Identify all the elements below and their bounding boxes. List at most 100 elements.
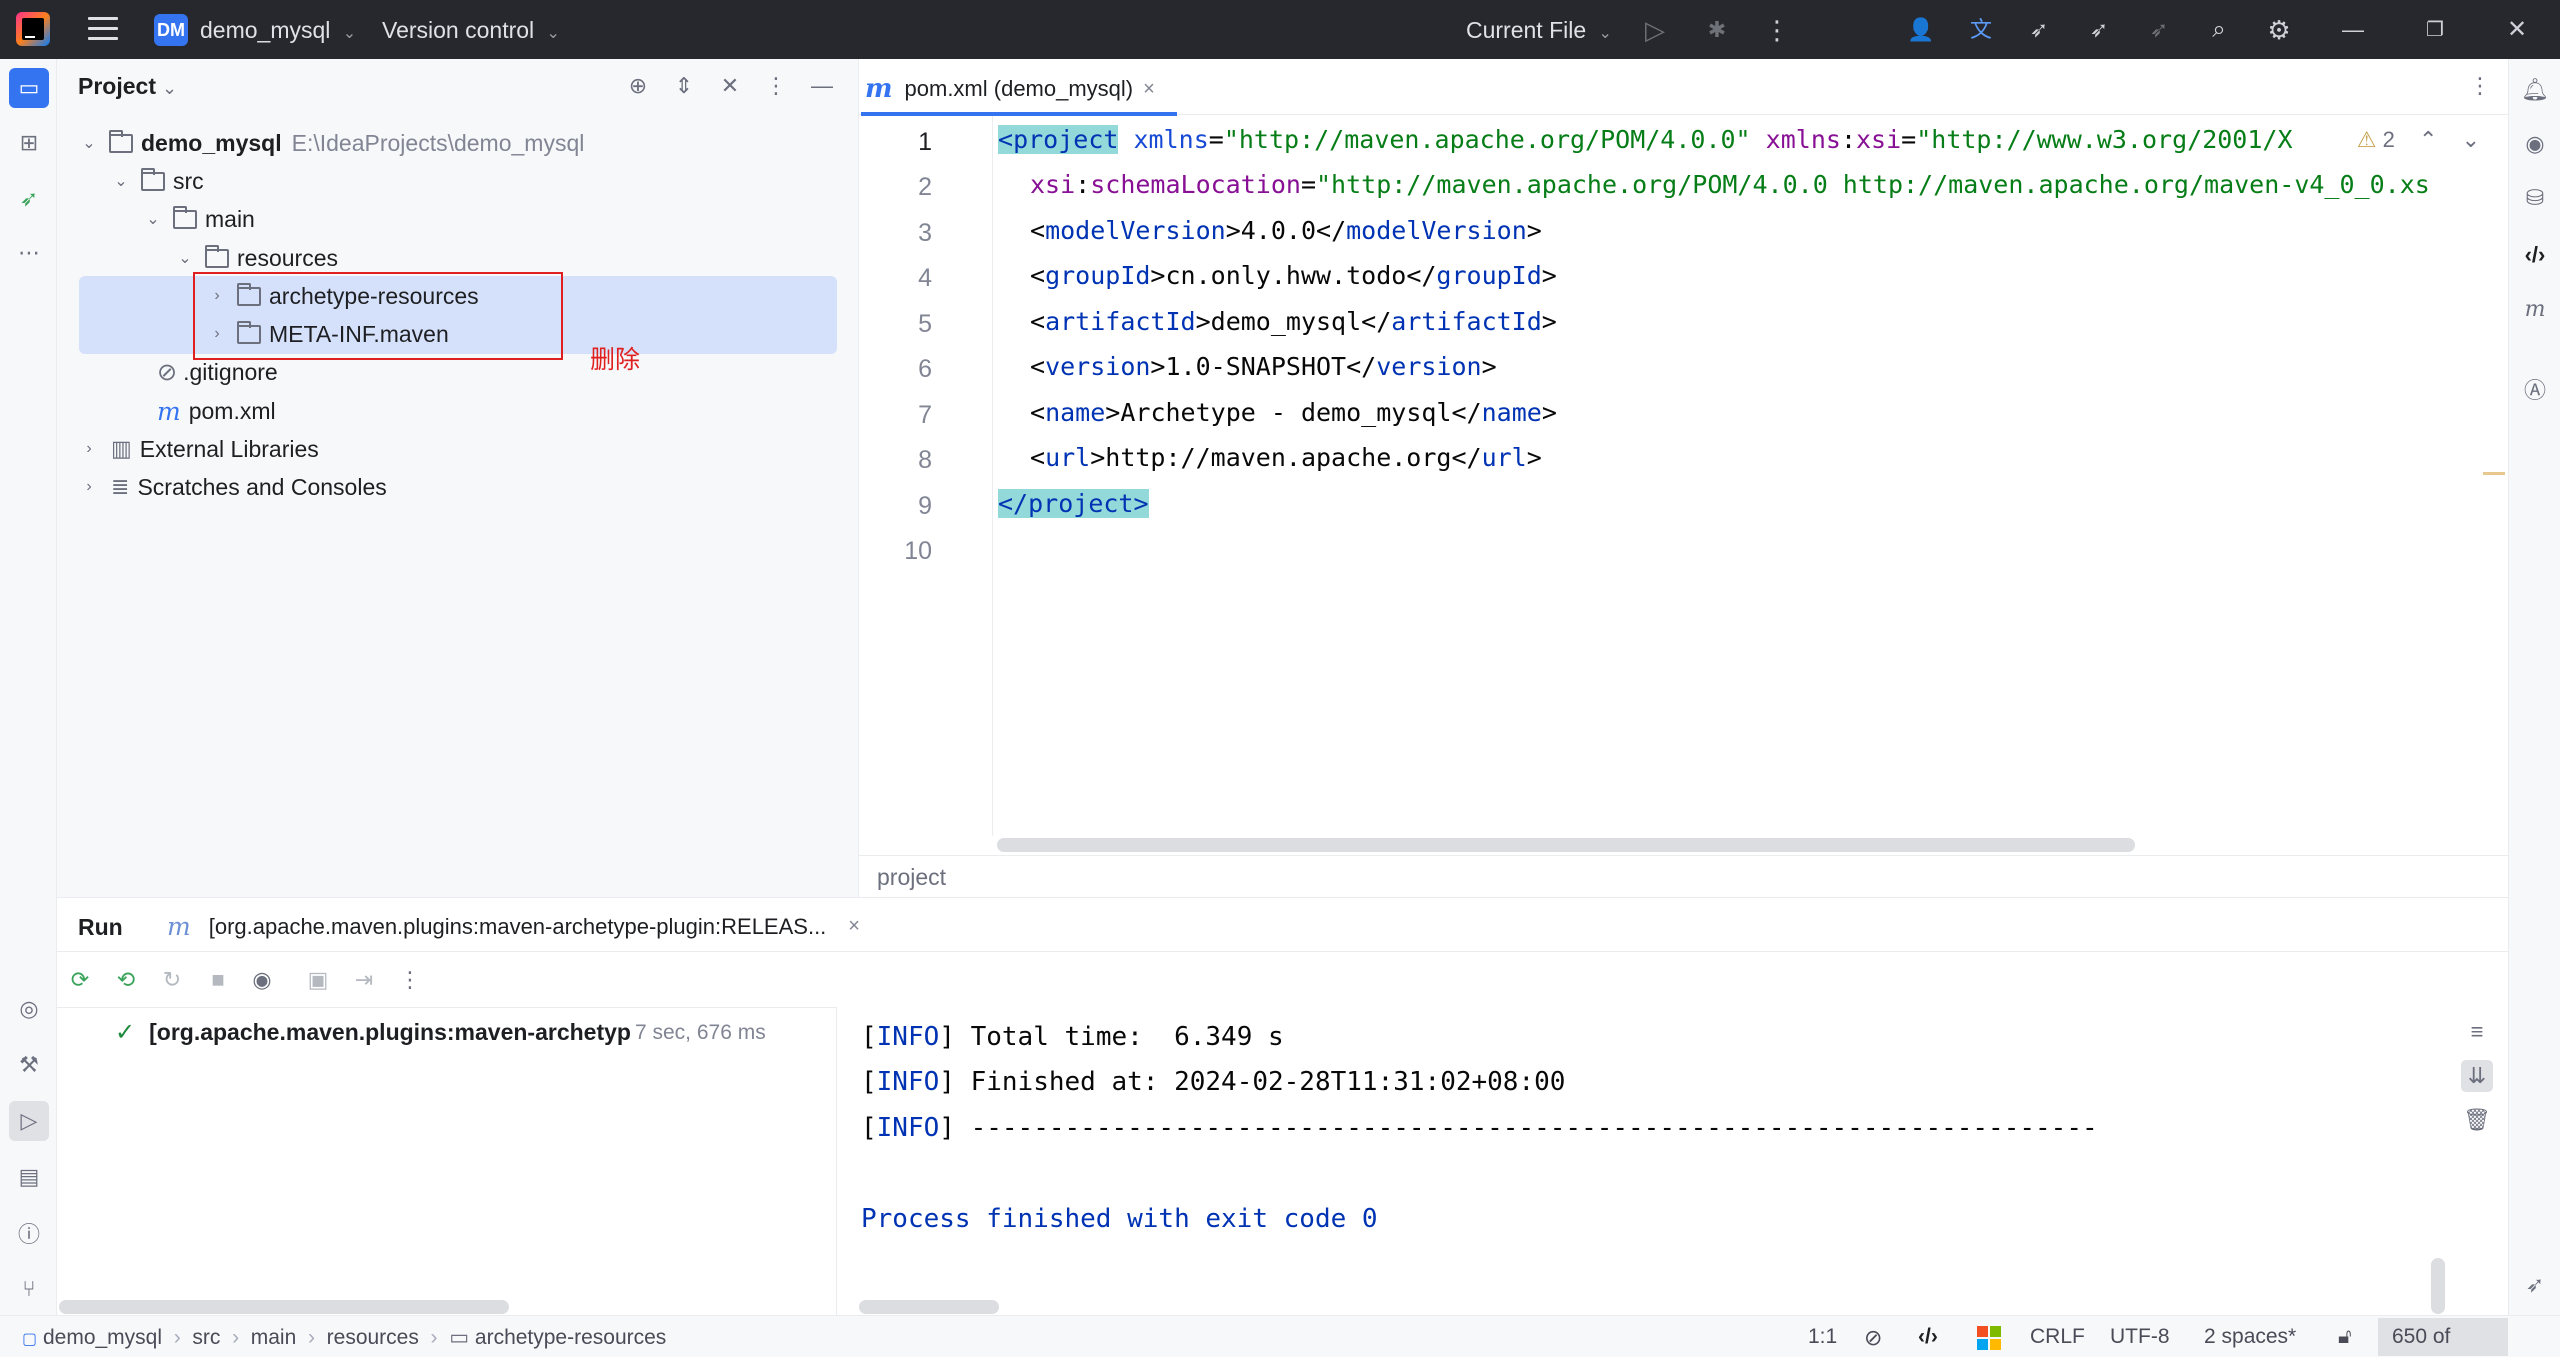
services-tool-icon[interactable]: ◎ — [9, 989, 49, 1029]
collapse-all-icon[interactable]: ✕ — [715, 71, 745, 101]
crumb-item[interactable]: demo_mysql — [43, 1326, 162, 1349]
tree-node-scratches[interactable]: › ≣ Scratches and Consoles — [79, 468, 386, 506]
add-user-icon[interactable]: 👤 — [1906, 15, 1936, 45]
crumb-item[interactable]: resources — [327, 1326, 419, 1349]
chevron-up-icon[interactable]: ⌃ — [2419, 127, 2437, 152]
jrebel-tool-icon[interactable]: ➶ — [9, 179, 49, 219]
git-tool-icon[interactable]: ⑂ — [9, 1269, 49, 1309]
rocket-alt-icon[interactable]: ➶ — [2084, 15, 2114, 45]
crumb-item[interactable]: main — [251, 1326, 297, 1349]
close-tab-icon[interactable]: × — [848, 915, 860, 938]
tree-node-external-libraries[interactable]: › ▥ External Libraries — [79, 430, 318, 468]
stop-icon[interactable]: ■ — [203, 965, 233, 995]
memory-indicator[interactable]: 650 of 1900M — [2378, 1318, 2508, 1356]
translate-icon[interactable]: 文 — [1966, 15, 1996, 45]
rerun-icon[interactable]: ⟳ — [65, 965, 95, 995]
editor-horizontal-scrollbar[interactable] — [997, 838, 2135, 852]
inspection-off-icon[interactable]: ⊘ — [1864, 1325, 1882, 1351]
minimize-window-icon[interactable]: — — [2338, 15, 2368, 45]
chevron-right-icon[interactable]: › — [79, 478, 99, 496]
chevron-right-icon[interactable]: › — [79, 440, 99, 458]
tree-node-label: resources — [237, 244, 338, 271]
translation-tool-icon[interactable]: Ⓐ — [2515, 369, 2555, 409]
tree-node-project-root[interactable]: ⌄ demo_mysql E:\IdeaProjects\demo_mysql — [79, 124, 584, 162]
lock-icon[interactable]: 🔓︎ — [2338, 1325, 2352, 1349]
rerun-automatically-icon[interactable]: ↻ — [157, 965, 187, 995]
tree-node-pom[interactable]: m pom.xml — [143, 392, 276, 430]
console-vertical-scrollbar[interactable] — [2431, 1258, 2445, 1314]
problems-tool-icon[interactable]: ⓘ — [9, 1213, 49, 1253]
editor-tab-pom[interactable]: m pom.xml (demo_mysql) × — [865, 63, 1155, 115]
editor-breadcrumb[interactable]: project — [877, 864, 946, 891]
restore-window-icon[interactable]: ❐ — [2420, 15, 2450, 45]
locate-icon[interactable]: ⊕ — [623, 71, 653, 101]
close-window-icon[interactable]: ✕ — [2502, 15, 2532, 45]
project-panel-header[interactable]: Project ⌄ — [78, 73, 177, 100]
project-switcher[interactable]: demo_mysql ⌄ — [200, 17, 356, 44]
build-tool-icon[interactable]: ⚒ — [9, 1045, 49, 1085]
tree-node-gitignore[interactable]: ⊘ .gitignore — [143, 353, 278, 391]
rocket-icon[interactable]: ➶ — [2024, 15, 2054, 45]
main-menu-icon[interactable] — [88, 17, 118, 41]
structure-tool-icon[interactable]: ⊞ — [9, 123, 49, 163]
run-tool-icon[interactable]: ▷ — [9, 1101, 49, 1141]
intellij-logo-icon[interactable] — [16, 12, 50, 46]
chevron-down-icon[interactable]: ⌄ — [111, 171, 131, 191]
crumb-item[interactable]: archetype-resources — [475, 1326, 666, 1349]
hide-panel-icon[interactable]: — — [807, 71, 837, 101]
debug-icon[interactable]: ✱ — [1702, 15, 1732, 45]
show-icon[interactable]: ◉ — [247, 965, 277, 995]
settings-gear-icon[interactable]: ⚙ — [2264, 15, 2294, 45]
console-horizontal-scrollbar[interactable] — [859, 1300, 999, 1314]
options-icon[interactable]: ⋮ — [761, 71, 791, 101]
close-tab-icon[interactable]: × — [1143, 78, 1155, 101]
inspection-widget[interactable]: ⚠ 2 ⌃ ⌄ — [2357, 127, 2480, 153]
jrebel-panel-icon[interactable]: ➶ — [2515, 1265, 2555, 1305]
run-tab-archetype[interactable]: m [org.apache.maven.plugins:maven-archet… — [167, 912, 860, 941]
rocket-disabled-icon[interactable]: ➶ — [2144, 15, 2174, 45]
notifications-bell-icon[interactable]: 🔔︎ — [2515, 70, 2555, 110]
run-tree-node[interactable]: ✓ [org.apache.maven.plugins:maven-archet… — [115, 1018, 766, 1047]
status-breadcrumb: ▢ demo_mysql › src › main › resources › … — [22, 1325, 666, 1350]
export-icon[interactable]: ⇥ — [349, 965, 379, 995]
windows-logo-icon[interactable] — [1977, 1326, 2001, 1350]
crumb-item[interactable]: src — [192, 1326, 220, 1349]
camera-icon[interactable]: ▣ — [303, 965, 333, 995]
terminal-tool-icon[interactable]: ▤ — [9, 1157, 49, 1197]
more-tools-icon[interactable]: ⋯ — [9, 233, 49, 273]
run-config-selector[interactable]: Current File ⌄ — [1466, 17, 1612, 44]
caret-position[interactable]: 1:1 — [1808, 1325, 1837, 1349]
tree-node-src[interactable]: ⌄ src — [111, 162, 204, 200]
clear-all-icon[interactable]: 🗑︎ — [2461, 1104, 2493, 1136]
success-check-icon: ✓ — [115, 1019, 136, 1046]
expand-all-icon[interactable]: ⇕ — [669, 71, 699, 101]
chevron-down-icon[interactable]: ⌄ — [2462, 127, 2480, 152]
tree-horizontal-scrollbar[interactable] — [59, 1300, 509, 1314]
editor-options-icon[interactable]: ⋮ — [2465, 71, 2495, 101]
database-icon[interactable]: ⛁ — [2515, 178, 2555, 218]
chevron-down-icon[interactable]: ⌄ — [143, 209, 163, 229]
ai-assistant-icon[interactable]: ◉ — [2515, 124, 2555, 164]
code-with-me-icon[interactable]: ‹/› — [2515, 235, 2555, 275]
code-with-me-status-icon[interactable]: ‹/› — [1918, 1325, 1938, 1349]
chevron-down-icon[interactable]: ⌄ — [79, 133, 99, 153]
tree-node-main[interactable]: ⌄ main — [143, 200, 255, 238]
more-options-icon[interactable]: ⋮ — [395, 965, 425, 995]
file-encoding[interactable]: UTF-8 — [2110, 1325, 2170, 1349]
chevron-down-icon[interactable]: ⌄ — [175, 248, 195, 268]
vcs-menu[interactable]: Version control ⌄ — [382, 17, 560, 44]
indent-setting[interactable]: 2 spaces* — [2204, 1325, 2296, 1349]
scroll-to-end-icon[interactable]: ⇊ — [2461, 1060, 2493, 1092]
run-icon[interactable]: ▷ — [1640, 15, 1670, 45]
soft-wrap-icon[interactable]: ≡ — [2461, 1016, 2493, 1048]
project-tool-icon[interactable]: ▭ — [9, 68, 49, 108]
more-actions-icon[interactable]: ⋮ — [1762, 15, 1792, 45]
code-area[interactable]: <project xmlns="http://maven.apache.org/… — [994, 116, 2494, 836]
maven-tool-icon[interactable]: m — [2515, 289, 2555, 329]
search-icon[interactable]: ⌕ — [2204, 15, 2234, 45]
rerun-failed-icon[interactable]: ⟲ — [111, 965, 141, 995]
line-number-gutter: 1 2 3 4 5 6 7 8 9 10 — [859, 116, 993, 836]
project-badge[interactable]: DM — [154, 14, 188, 46]
console-output[interactable]: [ ] [INFO] Total time: 6.349 s [INFO] Fi… — [837, 1008, 2447, 1316]
line-separator[interactable]: CRLF — [2030, 1325, 2085, 1349]
